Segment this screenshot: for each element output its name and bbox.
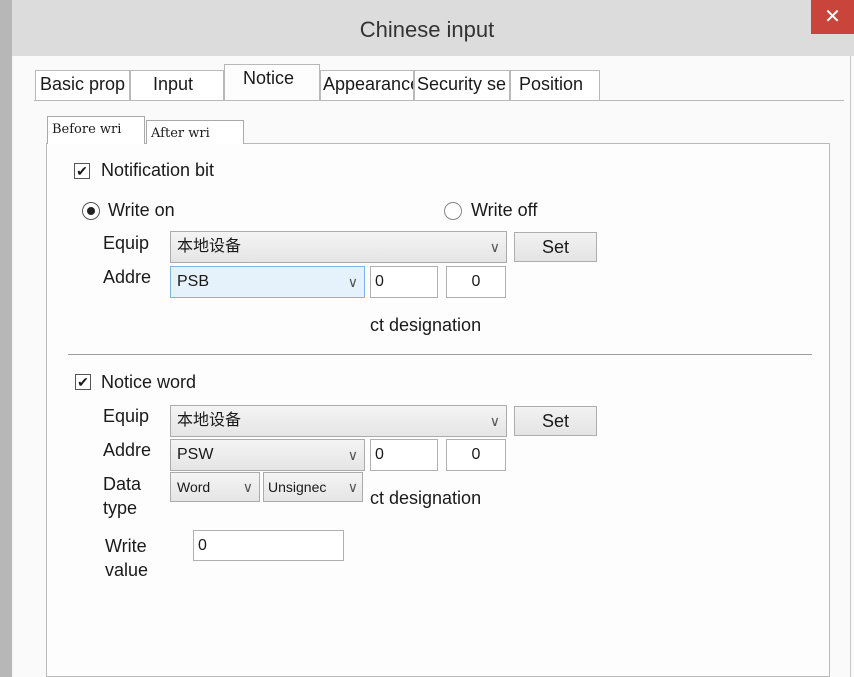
dialog-border xyxy=(850,56,851,677)
notice-word-label: Notice word xyxy=(101,372,197,392)
notice-word-checkbox[interactable]: ✔ xyxy=(75,374,91,390)
designation-label: ct designation xyxy=(370,315,482,335)
equipment-value: 本地设备 xyxy=(177,412,242,429)
address-type-select[interactable]: PSW ∨ xyxy=(170,439,365,471)
address-type-value: PSB xyxy=(177,273,210,290)
equipment-value: 本地设备 xyxy=(177,238,242,255)
background-window-strip xyxy=(0,0,12,677)
chevron-down-icon: ∨ xyxy=(242,479,253,495)
write-value-field[interactable]: 0 xyxy=(193,530,344,561)
chevron-down-icon: ∨ xyxy=(347,274,358,290)
equipment-select[interactable]: 本地设备 ∨ xyxy=(170,231,507,263)
tab-input[interactable]: Input xyxy=(130,70,224,100)
write-off-label: Write off xyxy=(471,200,538,220)
address-type-value: PSW xyxy=(177,446,214,463)
radio-selected-dot xyxy=(87,207,95,215)
chevron-down-icon: ∨ xyxy=(489,239,500,255)
data-type-label-line2: type xyxy=(103,498,138,518)
chevron-down-icon: ∨ xyxy=(347,447,358,463)
chevron-down-icon: ∨ xyxy=(489,413,500,429)
address-value-field[interactable]: 0 xyxy=(370,439,438,471)
data-type-select[interactable]: Word ∨ xyxy=(170,472,260,502)
close-icon: ✕ xyxy=(824,6,841,28)
write-off-radio[interactable] xyxy=(444,202,462,220)
address-label: Addre xyxy=(103,267,152,287)
checkmark-icon: ✔ xyxy=(77,374,89,390)
equipment-select[interactable]: 本地设备 ∨ xyxy=(170,405,507,437)
checkmark-icon: ✔ xyxy=(76,163,88,179)
equip-label: Equip xyxy=(103,233,150,253)
notification-bit-checkbox[interactable]: ✔ xyxy=(74,163,90,179)
tab-security-settings[interactable]: Security se xyxy=(414,70,510,100)
address-offset-field[interactable]: 0 xyxy=(446,439,506,471)
data-sign-value: Unsignec xyxy=(268,479,327,495)
data-type-value: Word xyxy=(177,479,211,495)
data-sign-select[interactable]: Unsignec ∨ xyxy=(263,472,363,502)
window-title: Chinese input xyxy=(359,17,495,42)
address-value-field[interactable]: 0 xyxy=(370,266,438,298)
equipment-set-button[interactable]: Set xyxy=(514,406,597,436)
address-type-select[interactable]: PSB ∨ xyxy=(170,266,365,298)
tab-appearance[interactable]: Appearance xyxy=(320,70,414,100)
designation-label: ct designation xyxy=(370,488,482,508)
section-divider xyxy=(68,354,812,355)
tab-basic-properties[interactable]: Basic prop xyxy=(35,70,130,100)
write-on-label: Write on xyxy=(108,200,175,220)
tab-position[interactable]: Position xyxy=(510,70,600,100)
write-value-label-line1: Write xyxy=(105,536,147,556)
equipment-set-button[interactable]: Set xyxy=(514,232,597,262)
subtab-before-write[interactable]: Before wri xyxy=(47,116,145,144)
equip-label: Equip xyxy=(103,406,150,426)
subtab-after-write[interactable]: After wri xyxy=(146,120,244,144)
address-label: Addre xyxy=(103,440,152,460)
close-button[interactable]: ✕ xyxy=(811,0,854,34)
notification-bit-label: Notification bit xyxy=(101,160,215,180)
address-offset-field[interactable]: 0 xyxy=(446,266,506,298)
write-on-radio[interactable] xyxy=(82,202,100,220)
data-type-label-line1: Data xyxy=(103,474,142,494)
chevron-down-icon: ∨ xyxy=(347,479,358,495)
tab-notice[interactable]: Notice xyxy=(224,64,320,101)
write-value-label-line2: value xyxy=(105,560,149,580)
tab-strip-border xyxy=(34,100,844,101)
